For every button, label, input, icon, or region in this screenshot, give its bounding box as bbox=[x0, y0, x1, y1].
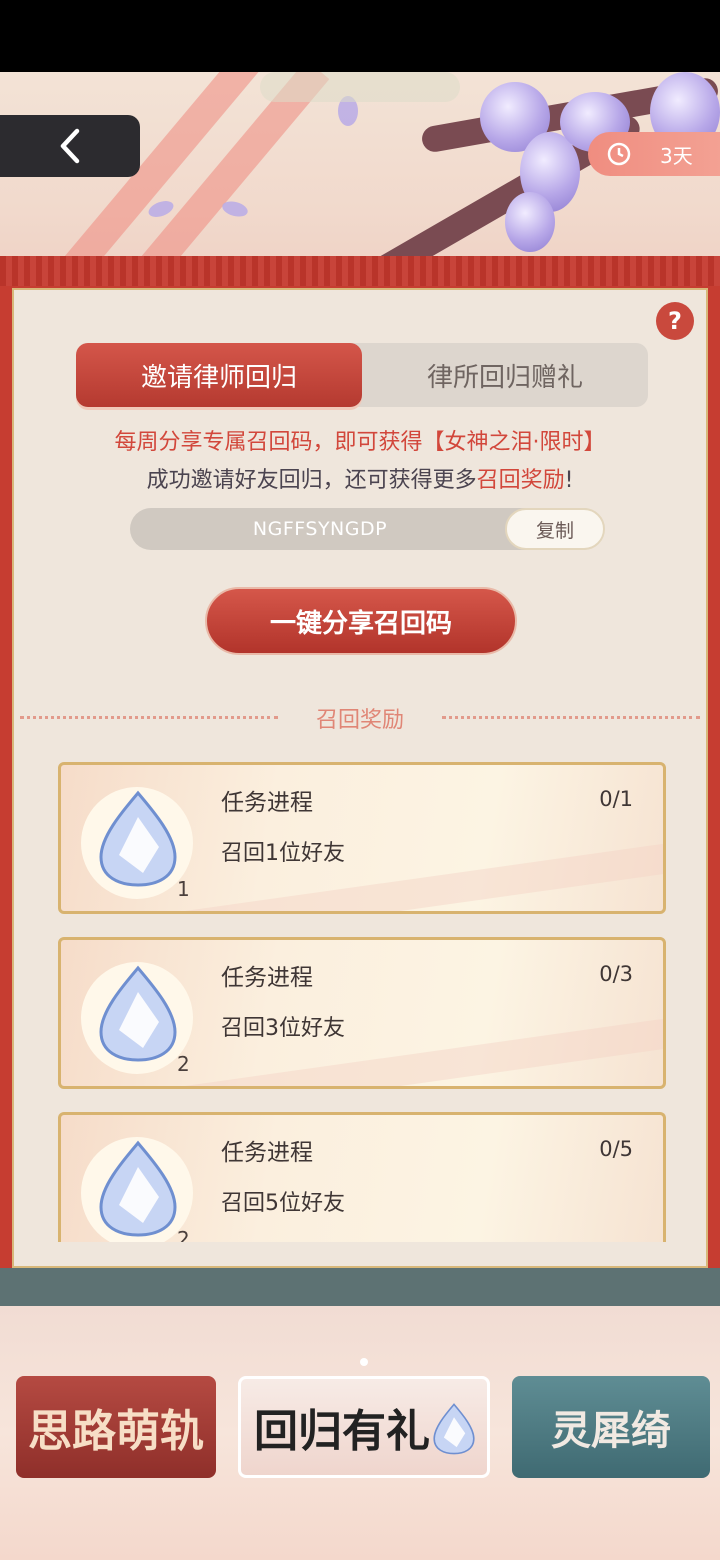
tear-gem-icon bbox=[433, 1403, 475, 1455]
help-button[interactable]: ? bbox=[656, 302, 694, 340]
card-title: 思路萌轨 bbox=[28, 1406, 204, 1457]
tear-gem-icon bbox=[99, 1140, 177, 1237]
intro-highlight: 召回奖励 bbox=[476, 468, 565, 493]
carousel-card-right[interactable]: 灵犀绮 bbox=[512, 1376, 710, 1478]
task-card: 2 任务进程 召回5位好友 0/5 bbox=[58, 1112, 666, 1242]
timer-badge: 3天 bbox=[588, 132, 720, 176]
task-title: 任务进程 bbox=[221, 965, 313, 991]
task-description: 召回5位好友 bbox=[221, 1191, 345, 1216]
carousel-card-left[interactable]: 思路萌轨 bbox=[16, 1376, 216, 1478]
card-title: 灵犀绮 bbox=[551, 1407, 671, 1454]
chevron-left-icon bbox=[60, 128, 80, 164]
task-progress: 0/5 bbox=[599, 1137, 633, 1161]
share-recall-code-button[interactable]: 一键分享召回码 bbox=[205, 587, 517, 655]
tab-label: 律所回归赠礼 bbox=[426, 362, 583, 393]
intro-end: ! bbox=[564, 468, 574, 493]
reward-count: 2 bbox=[177, 1227, 190, 1242]
task-card: 1 任务进程 召回1位好友 0/1 bbox=[58, 762, 666, 914]
status-pill bbox=[260, 72, 460, 102]
copy-button[interactable]: 复制 bbox=[505, 508, 605, 550]
back-button[interactable] bbox=[0, 115, 140, 177]
task-description: 召回3位好友 bbox=[221, 1016, 345, 1041]
task-title: 任务进程 bbox=[221, 1140, 313, 1166]
carousel-card-return-gift[interactable]: 回归有礼 bbox=[238, 1376, 490, 1478]
carousel-indicator bbox=[360, 1358, 368, 1366]
intro-text: 成功邀请好友回归，还可获得更多 bbox=[146, 468, 477, 493]
question-icon: ? bbox=[668, 307, 682, 335]
tab-label: 邀请律师回归 bbox=[140, 362, 297, 393]
tab-invite-lawyer[interactable]: 邀请律师回归 bbox=[76, 343, 362, 407]
card-title: 回归有礼 bbox=[254, 1406, 430, 1457]
divider-right bbox=[442, 716, 700, 719]
petal bbox=[220, 198, 250, 220]
task-description: 召回1位好友 bbox=[221, 841, 345, 866]
recall-code-value: NGFFSYNGDP bbox=[252, 518, 388, 540]
timer-value: 3天 bbox=[660, 143, 693, 168]
task-title: 任务进程 bbox=[221, 790, 313, 816]
tab-firm-return-gift[interactable]: 律所回归赠礼 bbox=[362, 343, 648, 407]
task-card: 2 任务进程 召回3位好友 0/3 bbox=[58, 937, 666, 1089]
panel-frame-band bbox=[0, 256, 720, 286]
tear-gem-icon bbox=[99, 790, 177, 887]
task-progress: 0/3 bbox=[599, 962, 633, 986]
clock-icon bbox=[607, 142, 631, 166]
petal bbox=[146, 197, 176, 221]
intro-line-1: 每周分享专属召回码，即可获得【女神之泪·限时】 bbox=[114, 430, 606, 455]
wisteria-flower bbox=[505, 192, 555, 252]
task-progress: 0/1 bbox=[599, 787, 633, 811]
intro-line-2: 成功邀请好友回归，还可获得更多召回奖励! bbox=[0, 462, 720, 494]
reward-count: 2 bbox=[177, 1052, 190, 1076]
tear-gem-icon bbox=[99, 965, 177, 1062]
reward-count: 1 bbox=[177, 877, 190, 901]
panel-bottom-bar bbox=[0, 1268, 720, 1306]
